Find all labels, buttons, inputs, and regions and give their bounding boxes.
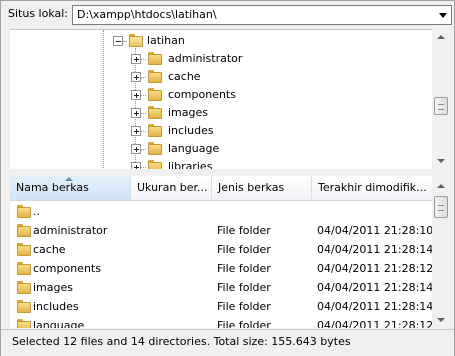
scroll-up-icon[interactable]	[432, 29, 449, 46]
list-item[interactable]: images File folder 04/04/2011 21:28:14	[10, 278, 432, 297]
file-name[interactable]: administrator	[33, 224, 107, 237]
folder-icon	[128, 34, 144, 47]
tree-item-language[interactable]: language	[10, 140, 432, 158]
folder-icon	[16, 281, 32, 294]
local-site-panel: Situs lokal: D:\xampp\htdocs\latihan\ la…	[0, 0, 455, 356]
tree-scrollbar[interactable]	[432, 29, 449, 169]
column-header-type[interactable]: Jenis berkas	[212, 176, 312, 200]
column-header-modified[interactable]: Terakhir dimodifik...	[312, 176, 432, 200]
tree-item-label[interactable]: language	[168, 142, 219, 155]
folder-icon	[16, 224, 32, 237]
folder-icon	[147, 88, 163, 101]
file-modified: 04/04/2011 21:28:10	[317, 224, 432, 237]
tree-item-label[interactable]: components	[168, 88, 236, 101]
tree-item-label[interactable]: cache	[168, 70, 201, 83]
folder-icon	[147, 70, 163, 83]
minus-expander-icon[interactable]	[113, 36, 123, 46]
tree-item-images[interactable]: images	[10, 104, 432, 122]
plus-expander-icon[interactable]	[131, 108, 141, 118]
file-name[interactable]: cache	[33, 243, 66, 256]
tree-item-latihan[interactable]: latihan	[10, 32, 432, 50]
folder-icon	[147, 106, 163, 119]
scroll-thumb[interactable]	[434, 196, 448, 218]
plus-expander-icon[interactable]	[131, 90, 141, 100]
folder-icon	[147, 142, 163, 155]
column-header-size[interactable]: Ukuran ber...	[131, 176, 212, 200]
tree-item-label[interactable]: administrator	[168, 52, 242, 65]
file-modified: 04/04/2011 21:28:12	[317, 262, 432, 275]
file-name[interactable]: images	[33, 281, 73, 294]
tree-line	[141, 95, 146, 96]
folder-icon	[16, 205, 32, 218]
chevron-down-icon[interactable]	[435, 6, 451, 24]
file-name[interactable]: components	[33, 262, 101, 275]
plus-expander-icon[interactable]	[131, 144, 141, 154]
pane-splitter[interactable]	[1, 169, 454, 174]
scroll-thumb[interactable]	[434, 97, 448, 115]
file-modified: 04/04/2011 21:28:12	[317, 319, 432, 328]
tree-line	[141, 77, 146, 78]
file-modified: 04/04/2011 21:28:14	[317, 243, 432, 256]
scroll-down-icon[interactable]	[432, 152, 449, 169]
path-label: Situs lokal:	[8, 7, 69, 20]
path-combo[interactable]: D:\xampp\htdocs\latihan\	[72, 5, 452, 25]
plus-expander-icon[interactable]	[131, 72, 141, 82]
list-item[interactable]: language File folder 04/04/2011 21:28:12	[10, 316, 432, 328]
tree-line	[123, 41, 127, 42]
status-text: Selected 12 files and 14 directories. To…	[12, 335, 351, 348]
folder-icon	[16, 262, 32, 275]
folder-tree[interactable]: latihan administrator cache components imag…	[10, 29, 432, 170]
file-name[interactable]: ..	[33, 205, 40, 218]
tree-line	[141, 131, 146, 132]
folder-icon	[147, 52, 163, 65]
tree-item-label[interactable]: latihan	[147, 34, 185, 47]
tree-item-label[interactable]: includes	[168, 124, 214, 137]
tree-item-administrator[interactable]: administrator	[10, 50, 432, 68]
file-modified: 04/04/2011 21:28:14	[317, 300, 432, 313]
file-type: File folder	[217, 224, 271, 237]
list-item-parent[interactable]: ..	[10, 202, 432, 221]
file-name[interactable]: language	[33, 319, 84, 328]
file-type: File folder	[217, 243, 271, 256]
tree-line	[141, 113, 146, 114]
tree-item-label[interactable]: images	[168, 106, 208, 119]
file-name[interactable]: includes	[33, 300, 79, 313]
tree-line	[141, 59, 146, 60]
plus-expander-icon[interactable]	[131, 54, 141, 64]
list-item[interactable]: includes File folder 04/04/2011 21:28:14	[10, 297, 432, 316]
path-value[interactable]: D:\xampp\htdocs\latihan\	[77, 8, 217, 21]
tree-item-cache[interactable]: cache	[10, 68, 432, 86]
file-type: File folder	[217, 300, 271, 313]
file-type: File folder	[217, 319, 271, 328]
file-type: File folder	[217, 281, 271, 294]
plus-expander-icon[interactable]	[131, 126, 141, 136]
scroll-down-icon[interactable]	[432, 311, 449, 328]
tree-line	[141, 167, 146, 168]
tree-item-components[interactable]: components	[10, 86, 432, 104]
folder-icon	[16, 300, 32, 313]
list-scrollbar[interactable]	[432, 176, 449, 328]
list-item[interactable]: cache File folder 04/04/2011 21:28:14	[10, 240, 432, 259]
path-bar: Situs lokal: D:\xampp\htdocs\latihan\	[1, 1, 454, 27]
sort-ascending-icon	[65, 177, 73, 181]
folder-icon	[16, 319, 32, 328]
status-bar: Selected 12 files and 14 directories. To…	[1, 329, 454, 356]
column-header-name[interactable]: Nama berkas	[10, 176, 131, 200]
list-header: Nama berkas Ukuran ber... Jenis berkas T…	[10, 176, 432, 201]
tree-item-includes[interactable]: includes	[10, 122, 432, 140]
folder-icon	[16, 243, 32, 256]
file-modified: 04/04/2011 21:28:14	[317, 281, 432, 294]
list-item[interactable]: components File folder 04/04/2011 21:28:12	[10, 259, 432, 278]
folder-icon	[147, 124, 163, 137]
scroll-up-icon[interactable]	[432, 178, 449, 195]
tree-line	[141, 149, 146, 150]
file-list[interactable]: Nama berkas Ukuran ber... Jenis berkas T…	[10, 176, 432, 328]
file-type: File folder	[217, 262, 271, 275]
list-item[interactable]: administrator File folder 04/04/2011 21:28…	[10, 221, 432, 240]
